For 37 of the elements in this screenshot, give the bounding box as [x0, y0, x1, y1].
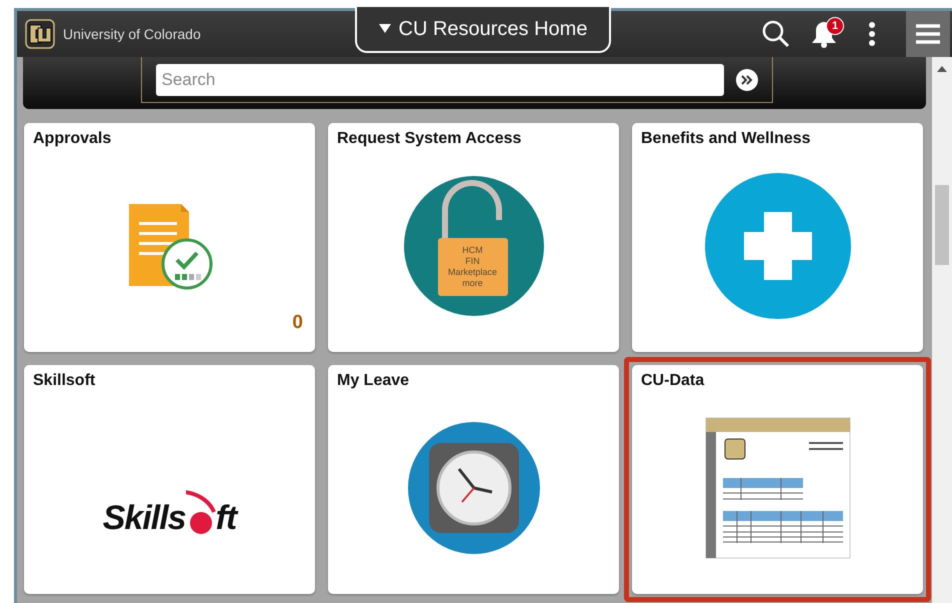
tile-title: CU-Data: [641, 372, 704, 390]
skillsoft-logo: Skills ft: [102, 478, 236, 538]
double-chevron-icon: [740, 74, 752, 84]
search-field[interactable]: Search: [156, 64, 724, 96]
tile[interactable]: Approvals 0: [24, 123, 315, 352]
tile-title: Benefits and Wellness: [641, 130, 811, 148]
scrollbar-thumb[interactable]: [935, 185, 949, 265]
page-title-dropdown[interactable]: CU Resources Home: [355, 7, 611, 53]
kebab-icon: [869, 22, 875, 46]
tile[interactable]: My Leave: [328, 365, 619, 594]
tile-title: My Leave: [337, 372, 410, 390]
tile[interactable]: CU-Data: [632, 365, 923, 594]
tile-title: Approvals: [33, 130, 112, 148]
tile-title: Request System Access: [337, 130, 522, 148]
scroll-up-arrow-icon: [937, 65, 947, 73]
lock-label: FIN: [465, 256, 480, 267]
tile[interactable]: Request System Access HCM FIN Marketplace more: [328, 123, 619, 352]
lock-label: more: [462, 278, 483, 289]
plus-icon: [704, 172, 852, 320]
brand-name: University of Colorado: [63, 26, 201, 42]
shackle-icon: [442, 180, 502, 240]
search-go-button[interactable]: [736, 68, 758, 90]
tile[interactable]: Benefits and Wellness: [632, 123, 923, 352]
notifications-button[interactable]: 1: [800, 11, 848, 57]
lock-label: Marketplace: [448, 267, 498, 278]
tile-count: 0: [292, 312, 303, 334]
tile[interactable]: Skillsoft Skills ft: [24, 365, 315, 594]
clock-icon: [406, 421, 540, 555]
cu-logo-icon: [25, 19, 55, 49]
menu-icon: [916, 24, 940, 44]
tile-title: Skillsoft: [33, 372, 96, 390]
search-icon: [762, 20, 790, 48]
lock-label: HCM: [462, 245, 483, 256]
notification-badge: 1: [826, 17, 844, 35]
caret-icon: [378, 24, 391, 34]
report-document-icon: [704, 417, 850, 559]
menu-button[interactable]: [906, 11, 950, 57]
